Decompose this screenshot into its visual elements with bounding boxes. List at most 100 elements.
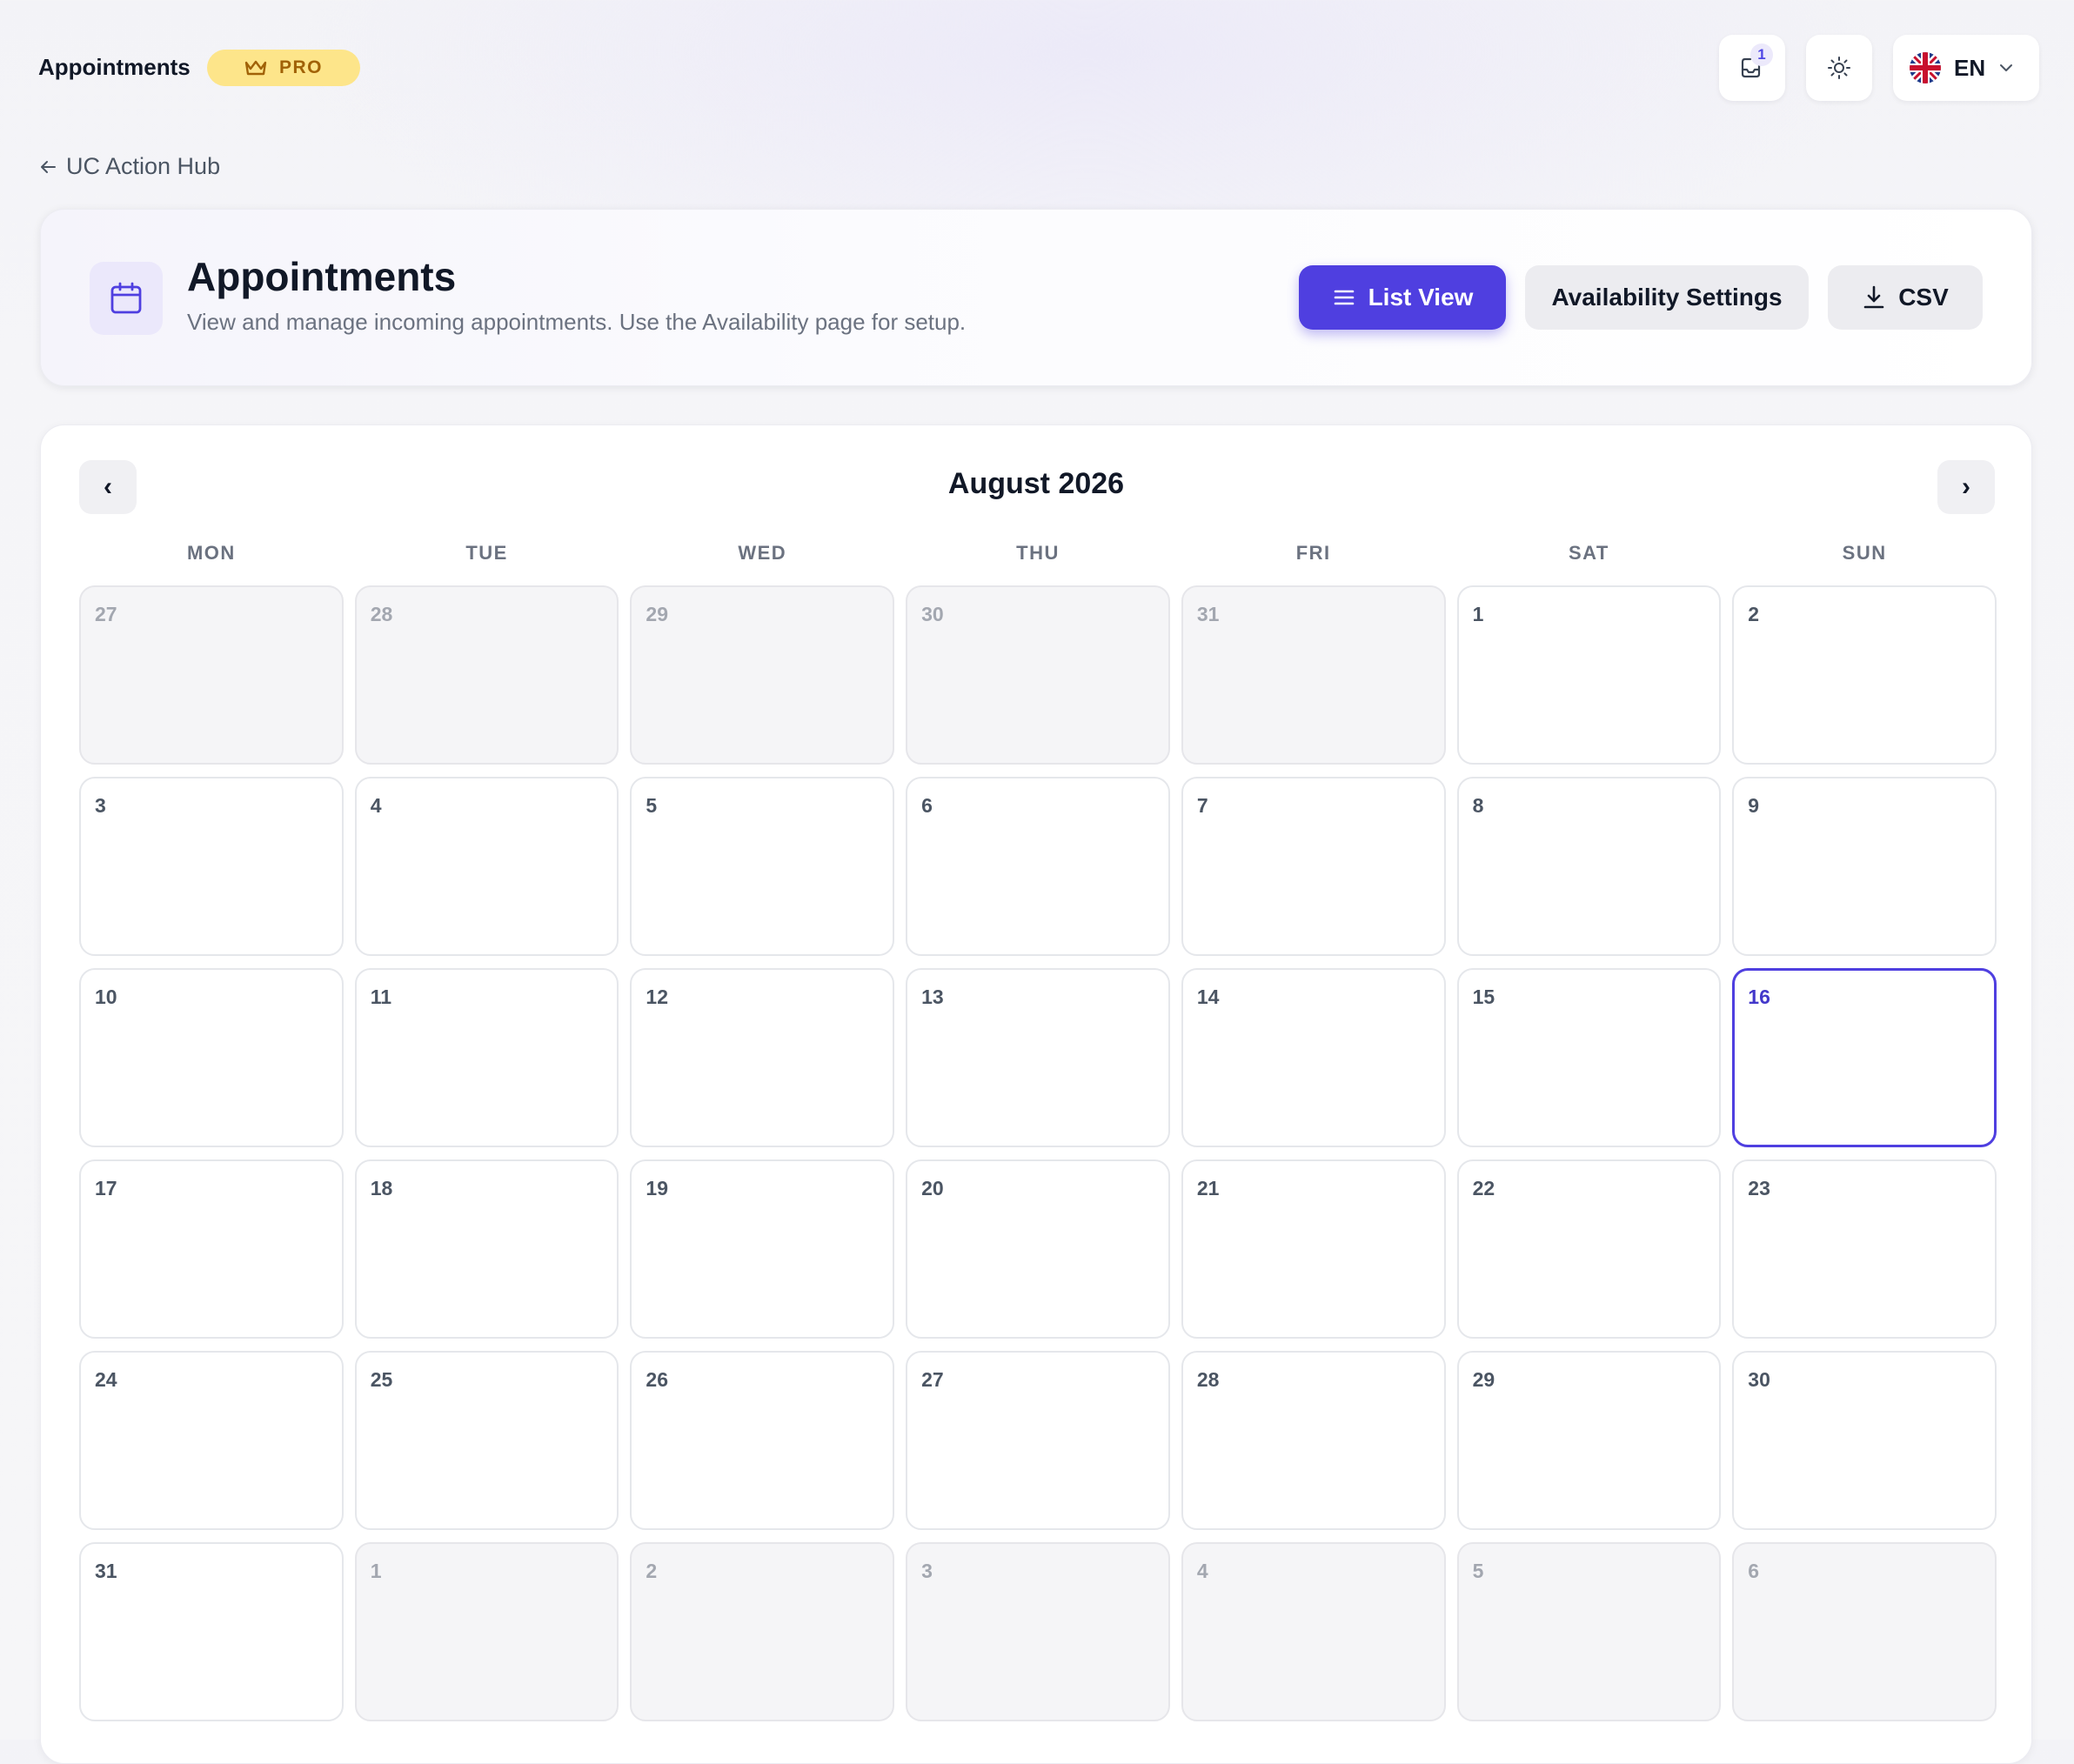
- csv-export-button[interactable]: CSV: [1828, 265, 1983, 330]
- day-number: 30: [921, 603, 944, 625]
- calendar-day[interactable]: 24: [79, 1351, 344, 1530]
- back-link[interactable]: UC Action Hub: [38, 153, 220, 180]
- calendar-day-outside-month[interactable]: 29: [630, 585, 895, 765]
- day-number: 10: [95, 986, 117, 1008]
- language-selector[interactable]: EN: [1893, 35, 2039, 101]
- availability-settings-label: Availability Settings: [1551, 284, 1783, 311]
- calendar-day[interactable]: 1: [1456, 585, 1722, 765]
- language-code: EN: [1954, 54, 1986, 81]
- day-number: 15: [1472, 986, 1495, 1008]
- next-month-button[interactable]: ›: [1937, 460, 1995, 514]
- calendar-day[interactable]: 26: [630, 1351, 895, 1530]
- day-number: 7: [1196, 794, 1208, 817]
- day-number: 1: [370, 1560, 382, 1582]
- day-number: 29: [1472, 1368, 1495, 1391]
- calendar-day[interactable]: 28: [1181, 1351, 1446, 1530]
- calendar-day[interactable]: 4: [354, 777, 619, 956]
- weekday-label: TUE: [465, 542, 508, 564]
- calendar-day[interactable]: 8: [1456, 777, 1722, 956]
- day-number: 31: [1196, 603, 1220, 625]
- calendar-day[interactable]: 18: [354, 1159, 619, 1339]
- list-view-button[interactable]: List View: [1299, 265, 1506, 330]
- calendar-day[interactable]: 29: [1456, 1351, 1722, 1530]
- calendar-day[interactable]: 30: [1732, 1351, 1997, 1530]
- page-header-card: Appointments View and manage incoming ap…: [40, 209, 2032, 386]
- day-number: 11: [370, 986, 392, 1008]
- calendar-day[interactable]: 5: [630, 777, 895, 956]
- day-number: 30: [1748, 1368, 1770, 1391]
- page-title: Appointments: [187, 254, 457, 299]
- day-number: 21: [1196, 1177, 1220, 1199]
- calendar-day-outside-month[interactable]: 31: [1181, 585, 1446, 765]
- app-title: Appointments: [38, 54, 191, 80]
- weekday-header: MON TUE WED THU FRI SAT SUN: [79, 542, 1997, 565]
- calendar-day-outside-month[interactable]: 5: [1456, 1542, 1722, 1721]
- day-number: 12: [646, 986, 669, 1008]
- top-bar: Appointments PRO 1 EN: [38, 35, 2039, 104]
- notifications-button[interactable]: 1: [1719, 35, 1785, 101]
- calendar-day[interactable]: 2: [1732, 585, 1997, 765]
- calendar-day[interactable]: 10: [79, 968, 344, 1147]
- weekday-label: SUN: [1842, 542, 1887, 564]
- pro-badge-label: PRO: [278, 57, 323, 77]
- calendar-day[interactable]: 7: [1181, 777, 1446, 956]
- calendar-day[interactable]: 25: [354, 1351, 619, 1530]
- pro-badge: PRO: [207, 50, 360, 86]
- availability-settings-button[interactable]: Availability Settings: [1525, 265, 1809, 330]
- calendar-day[interactable]: 11: [354, 968, 619, 1147]
- chevron-down-icon: [2000, 64, 2013, 71]
- calendar-day[interactable]: 23: [1732, 1159, 1997, 1339]
- day-number: 22: [1472, 1177, 1495, 1199]
- calendar-day[interactable]: 19: [630, 1159, 895, 1339]
- download-icon: [1863, 285, 1884, 309]
- page-subtitle: View and manage incoming appointments. U…: [187, 309, 967, 335]
- day-number: 27: [95, 603, 117, 625]
- calendar-day-outside-month[interactable]: 27: [79, 585, 344, 765]
- day-number: 28: [1196, 1368, 1220, 1391]
- calendar-day[interactable]: 27: [906, 1351, 1170, 1530]
- calendar-day[interactable]: 17: [79, 1159, 344, 1339]
- crown-icon: [244, 60, 267, 76]
- calendar-day[interactable]: 31: [79, 1542, 344, 1721]
- calendar-day-outside-month[interactable]: 6: [1732, 1542, 1997, 1721]
- calendar-day-outside-month[interactable]: 2: [630, 1542, 895, 1721]
- day-number: 13: [921, 986, 944, 1008]
- weekday-label: MON: [186, 542, 236, 564]
- calendar-day[interactable]: 6: [906, 777, 1170, 956]
- day-number: 25: [370, 1368, 393, 1391]
- calendar-day-outside-month[interactable]: 30: [906, 585, 1170, 765]
- sun-icon: [1828, 57, 1850, 79]
- day-number: 18: [370, 1177, 393, 1199]
- day-number: 26: [646, 1368, 669, 1391]
- notifications-count-badge: 1: [1750, 43, 1773, 66]
- list-view-label: List View: [1368, 284, 1474, 311]
- day-number: 8: [1472, 794, 1484, 817]
- day-number: 2: [1748, 603, 1760, 625]
- calendar-day[interactable]: 20: [906, 1159, 1170, 1339]
- weekday-label: FRI: [1295, 542, 1331, 564]
- day-number: 1: [1472, 603, 1484, 625]
- calendar-day-outside-month[interactable]: 28: [354, 585, 619, 765]
- calendar-day[interactable]: 9: [1732, 777, 1997, 956]
- calendar-day[interactable]: 3: [79, 777, 344, 956]
- calendar-day[interactable]: 15: [1456, 968, 1722, 1147]
- day-number: 19: [646, 1177, 669, 1199]
- calendar-day[interactable]: 14: [1181, 968, 1446, 1147]
- day-number: 29: [646, 603, 669, 625]
- calendar-day[interactable]: 13: [906, 968, 1170, 1147]
- day-number: 20: [921, 1177, 944, 1199]
- calendar-day[interactable]: 12: [630, 968, 895, 1147]
- day-number: 9: [1748, 794, 1760, 817]
- calendar-day-outside-month[interactable]: 3: [906, 1542, 1170, 1721]
- header-icon-box: [90, 262, 163, 335]
- calendar-day-outside-month[interactable]: 4: [1181, 1542, 1446, 1721]
- calendar-day[interactable]: 22: [1456, 1159, 1722, 1339]
- calendar-day-outside-month[interactable]: 1: [354, 1542, 619, 1721]
- day-number: 14: [1196, 986, 1220, 1008]
- calendar-day-today[interactable]: 16: [1732, 968, 1997, 1147]
- day-number: 6: [1748, 1560, 1760, 1582]
- calendar-day[interactable]: 21: [1181, 1159, 1446, 1339]
- weekday-label: SAT: [1568, 542, 1609, 564]
- arrow-left-icon: [41, 160, 56, 173]
- theme-toggle-button[interactable]: [1806, 35, 1872, 101]
